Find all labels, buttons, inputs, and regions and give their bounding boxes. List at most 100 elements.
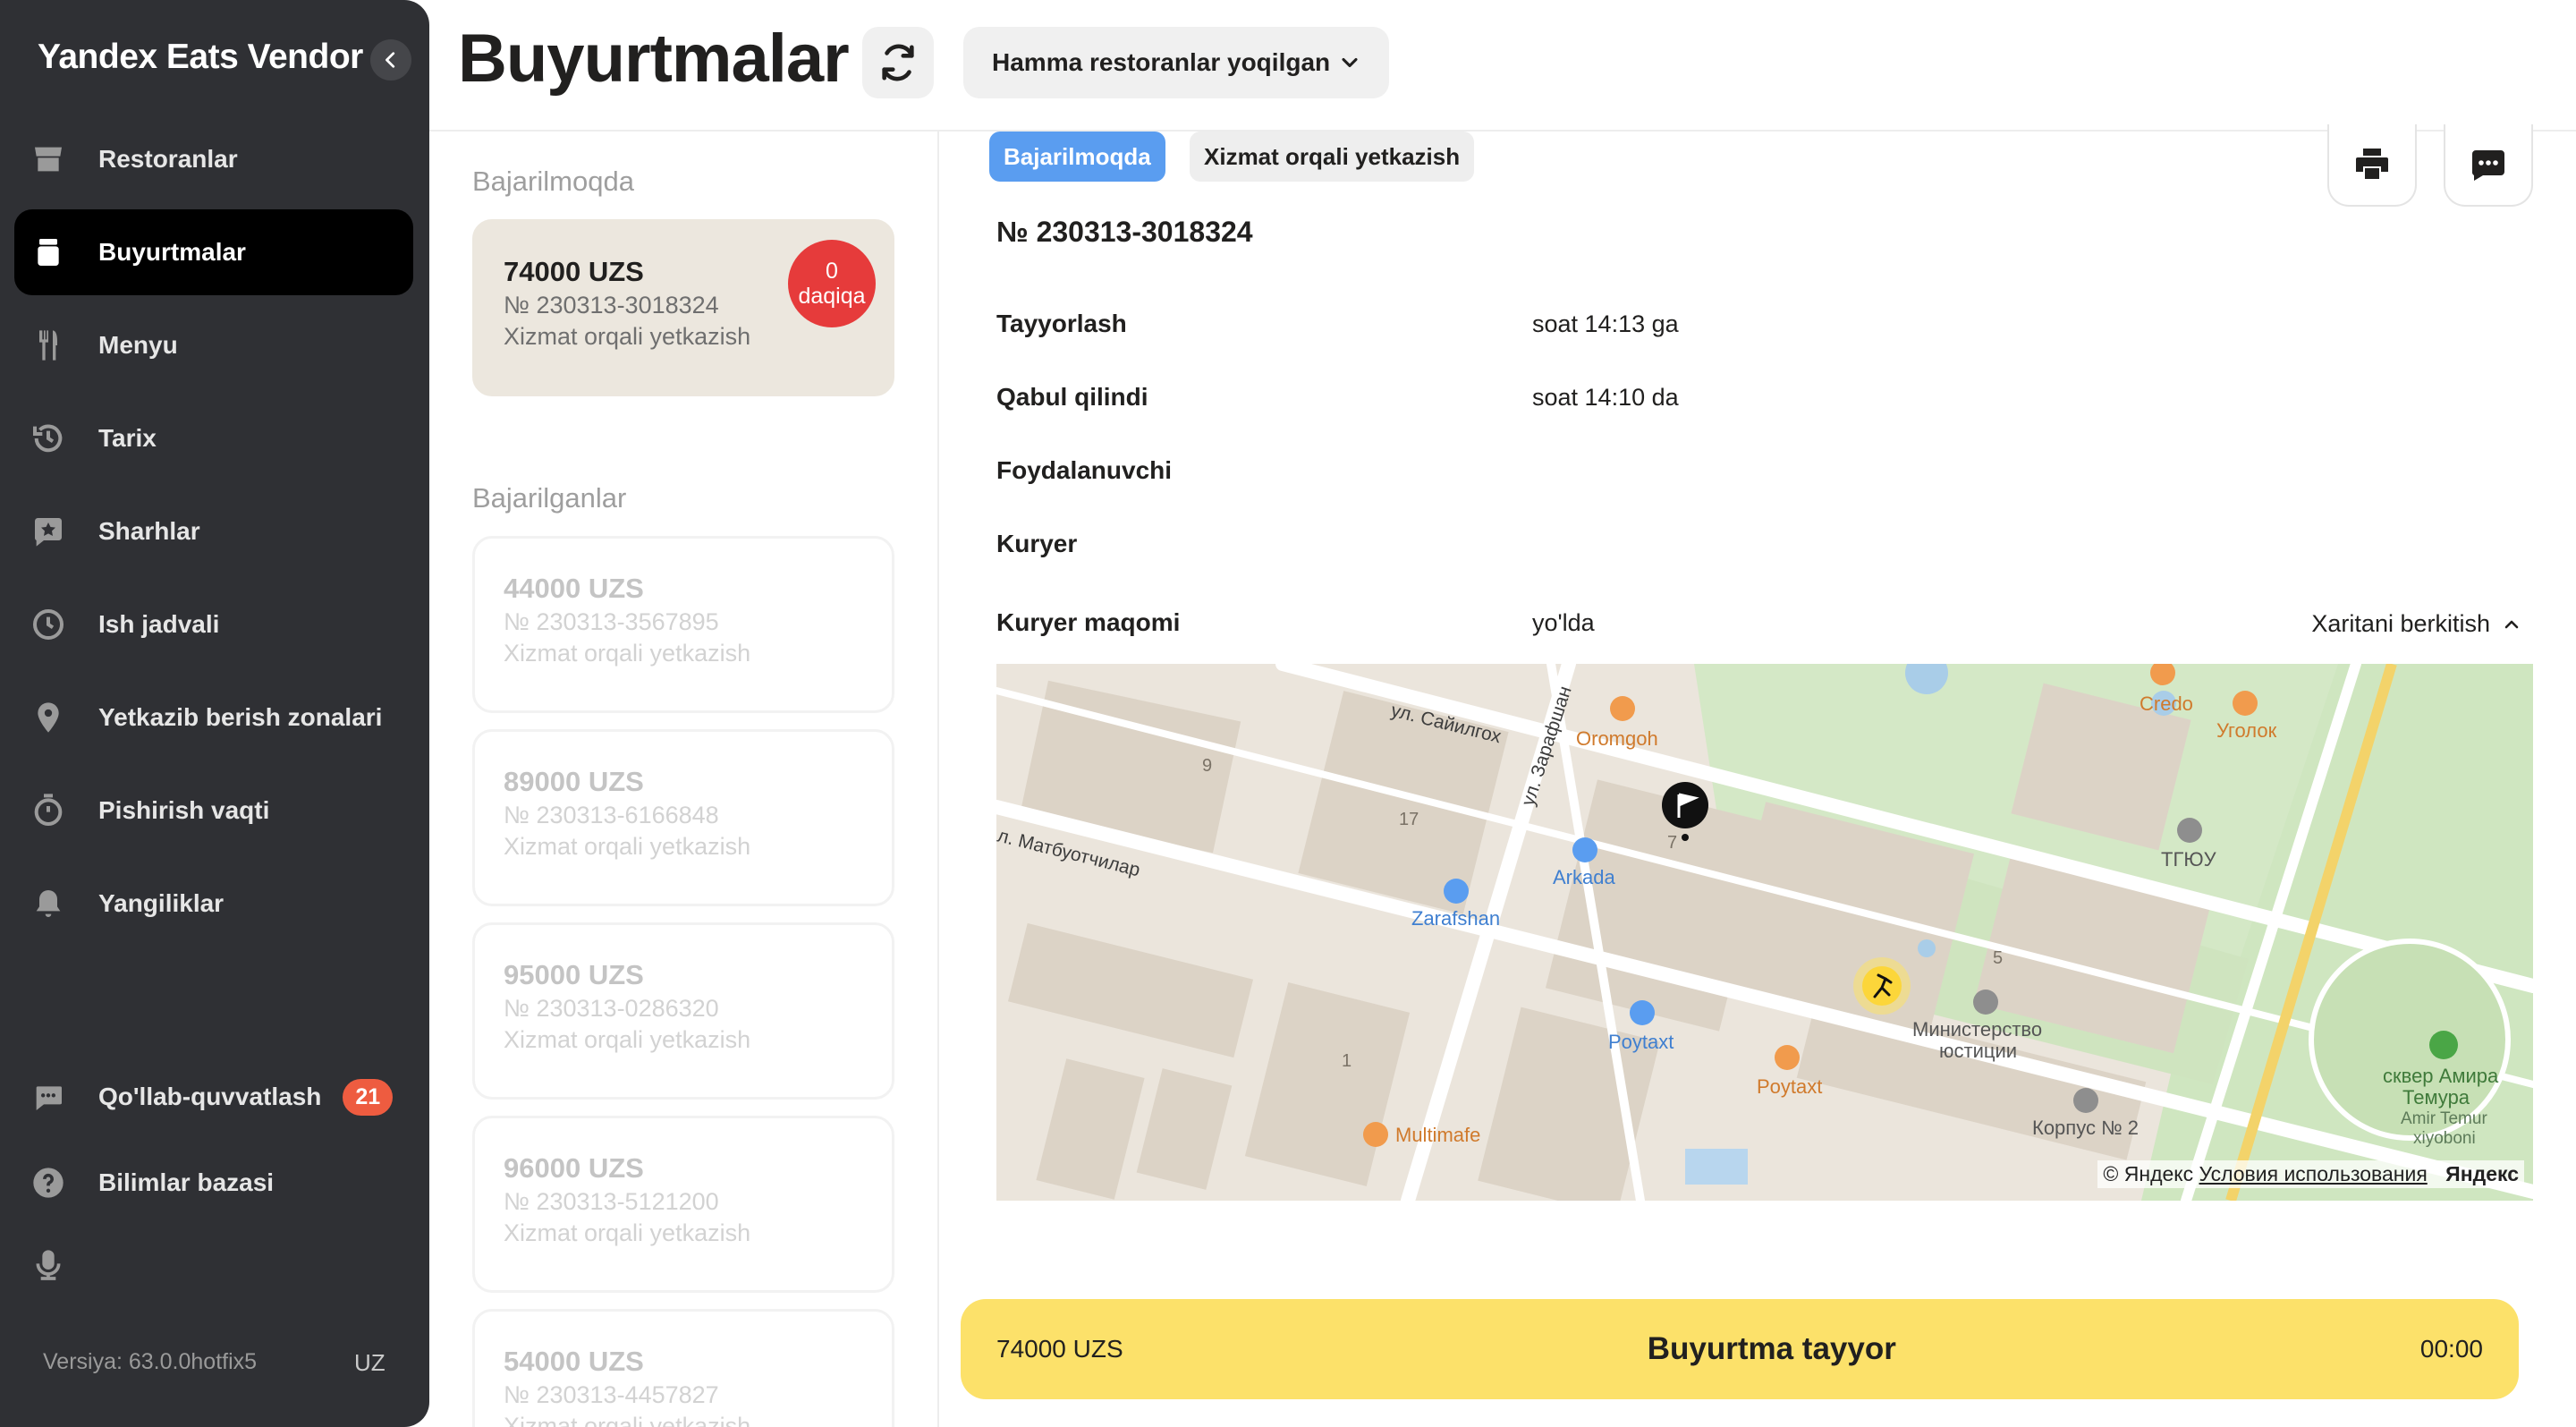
map-poi-label: Multimafe xyxy=(1395,1124,1480,1146)
sidebar-item-label: Tarix xyxy=(98,424,157,452)
order-type: Xizmat orqali yetkazish xyxy=(504,1413,751,1427)
row-label-qabul: Qabul qilindi xyxy=(996,383,1148,411)
map-house-number: 5 xyxy=(1993,948,2003,968)
ready-bar-sum: 74000 UZS xyxy=(996,1335,1123,1363)
orders-list[interactable]: Bajarilmoqda 74000 UZS № 230313-3018324 … xyxy=(429,132,939,1427)
sidebar-item-label: Bilimlar bazasi xyxy=(98,1168,275,1196)
order-number: № 230313-6166848 xyxy=(504,802,719,828)
sidebar-item-tarix[interactable]: Tarix xyxy=(14,395,413,481)
order-amount: 54000 UZS xyxy=(504,1346,644,1377)
refresh-icon xyxy=(882,44,914,81)
page-title: Buyurtmalar xyxy=(458,21,850,97)
order-number-title: № 230313-3018324 xyxy=(996,216,1253,248)
order-number: № 230313-5121200 xyxy=(504,1188,719,1215)
order-card[interactable]: 89000 UZS № 230313-6166848 Xizmat orqali… xyxy=(472,729,894,906)
support-count-badge: 21 xyxy=(343,1078,394,1116)
print-button[interactable] xyxy=(2327,124,2417,207)
order-amount: 44000 UZS xyxy=(504,573,644,604)
location-pin-icon xyxy=(30,695,98,740)
map-poi-label: Amir Temur xyxy=(2401,1109,2487,1128)
map-house-number: 1 xyxy=(1342,1051,1352,1071)
sidebar-item-sharhlar[interactable]: Sharhlar xyxy=(14,488,413,574)
chevron-left-icon xyxy=(386,52,395,68)
map-terms-link[interactable]: Условия использования xyxy=(2199,1162,2428,1185)
delivery-type-tag: Xizmat orqali yetkazish xyxy=(1190,132,1475,182)
order-card[interactable]: 95000 UZS № 230313-0286320 Xizmat orqali… xyxy=(472,922,894,1100)
history-icon xyxy=(30,416,98,461)
sidebar-item-label: Yangiliklar xyxy=(98,889,225,917)
order-type: Xizmat orqali yetkazish xyxy=(504,1219,751,1246)
order-ready-button[interactable]: 74000 UZS Buyurtma tayyor 00:00 xyxy=(961,1299,2519,1399)
order-number: № 230313-3567895 xyxy=(504,608,719,635)
refresh-button[interactable] xyxy=(862,27,934,98)
map-poi-label: ТГЮУ xyxy=(2161,848,2217,871)
map-toggle-label: Xaritani berkitish xyxy=(2311,610,2490,637)
map-house-number: 7 xyxy=(1667,833,1677,853)
restaurant-select[interactable]: Hamma restoranlar yoqilgan xyxy=(963,27,1389,98)
review-star-icon xyxy=(30,509,98,554)
order-number: № 230313-4457827 xyxy=(504,1381,719,1408)
chat-icon xyxy=(30,1074,98,1119)
sidebar-item-label: Restoranlar xyxy=(98,145,238,173)
map-house-number: 9 xyxy=(1202,756,1212,776)
language-switcher[interactable]: UZ xyxy=(354,1349,386,1377)
sidebar-item-support[interactable]: Qo'llab-quvvatlash 21 xyxy=(14,1054,413,1140)
chat-button[interactable] xyxy=(2444,124,2533,207)
map-poi-label: Poytaxt xyxy=(1757,1075,1822,1098)
row-label-kuryer: Kuryer xyxy=(996,530,1078,557)
map-copyright: © Яндекс xyxy=(2103,1162,2194,1185)
sidebar-item-restoranlar[interactable]: Restoranlar xyxy=(14,116,413,202)
map-poi-label: Темура xyxy=(2402,1086,2470,1108)
courier-marker-icon xyxy=(1853,957,1911,1015)
sidebar-item-label: Sharhlar xyxy=(98,517,200,545)
sidebar-item-label: Yetkazib berish zonalari xyxy=(98,703,383,731)
map-attribution: © Яндекс Условия использования Яндекс xyxy=(2097,1160,2524,1188)
sidebar-item-yangiliklar[interactable]: Yangiliklar xyxy=(14,861,413,947)
sidebar-item-label: Pishirish vaqti xyxy=(98,796,270,824)
order-details: Bajarilmoqda Xizmat orqali yetkazish № 2… xyxy=(939,124,2576,1427)
sidebar-item-pishirish[interactable]: Pishirish vaqti xyxy=(14,768,413,854)
app-root: Yandex Eats Vendor Restoranlar Buyurtmal… xyxy=(0,0,2576,1427)
map-house-number: 17 xyxy=(1399,810,1419,829)
order-amount: 96000 UZS xyxy=(504,1152,644,1184)
sidebar-item-knowledge[interactable]: Bilimlar bazasi xyxy=(14,1140,413,1226)
map-poi-label: Credo xyxy=(2140,692,2193,715)
map-poi-label: Корпус № 2 xyxy=(2032,1117,2139,1139)
sidebar-item-buyurtmalar[interactable]: Buyurtmalar xyxy=(14,209,413,295)
collapse-sidebar-button[interactable] xyxy=(370,39,411,81)
map-poi-label: сквер Амира xyxy=(2383,1065,2499,1087)
in-progress-title: Bajarilmoqda xyxy=(472,166,634,197)
row-label-foydalanuvchi: Foydalanuvchi xyxy=(996,456,1173,484)
order-type: Xizmat orqali yetkazish xyxy=(504,833,751,860)
ready-bar-label: Buyurtma tayyor xyxy=(1647,1331,1896,1366)
stopwatch-icon xyxy=(30,788,98,833)
order-number: № 230313-0286320 xyxy=(504,995,719,1022)
done-title: Bajarilganlar xyxy=(472,482,627,514)
map-poi-label: Уголок xyxy=(2216,719,2277,742)
bell-icon xyxy=(30,881,98,926)
sidebar-item-label: Qo'llab-quvvatlash xyxy=(98,1083,322,1110)
order-type: Xizmat orqali yetkazish xyxy=(504,640,751,667)
map-toggle[interactable]: Xaritani berkitish xyxy=(2311,610,2522,638)
row-value-kuryer-maqomi: yo'lda xyxy=(1532,609,1595,636)
restaurant-select-value: Hamma restoranlar yoqilgan xyxy=(992,48,1331,76)
order-card[interactable]: 96000 UZS № 230313-5121200 Xizmat orqali… xyxy=(472,1116,894,1293)
sidebar-item-menyu[interactable]: Menyu xyxy=(14,302,413,388)
sidebar-item-mic[interactable] xyxy=(14,1222,413,1308)
map-canvas: ул. Сайилгох ул. Зарафшан л. Матбуотчила… xyxy=(996,664,2533,1201)
fork-knife-icon xyxy=(30,323,98,368)
row-label-kuryer-maqomi: Kuryer maqomi xyxy=(996,608,1181,636)
sidebar-item-label: Menyu xyxy=(98,331,178,359)
sidebar-item-yetkazib[interactable]: Yetkazib berish zonalari xyxy=(14,675,413,760)
courier-map[interactable]: ул. Сайилгох ул. Зарафшан л. Матбуотчила… xyxy=(996,664,2533,1201)
map-poi-label: Oromgoh xyxy=(1576,727,1658,750)
order-card[interactable]: 54000 UZS № 230313-4457827 Xizmat orqali… xyxy=(472,1309,894,1427)
order-amount: 95000 UZS xyxy=(504,959,644,990)
sidebar: Yandex Eats Vendor Restoranlar Buyurtmal… xyxy=(0,0,429,1427)
order-card[interactable]: 44000 UZS № 230313-3567895 Xizmat orqali… xyxy=(472,536,894,713)
order-card-active[interactable]: 74000 UZS № 230313-3018324 Xizmat orqali… xyxy=(472,219,894,396)
map-poi-label: xiyoboni xyxy=(2413,1129,2476,1148)
map-poi-label: Poytaxt xyxy=(1608,1031,1674,1053)
sidebar-item-ish-jadvali[interactable]: Ish jadvali xyxy=(14,582,413,667)
map-poi-label: Министерство xyxy=(1912,1018,2042,1041)
